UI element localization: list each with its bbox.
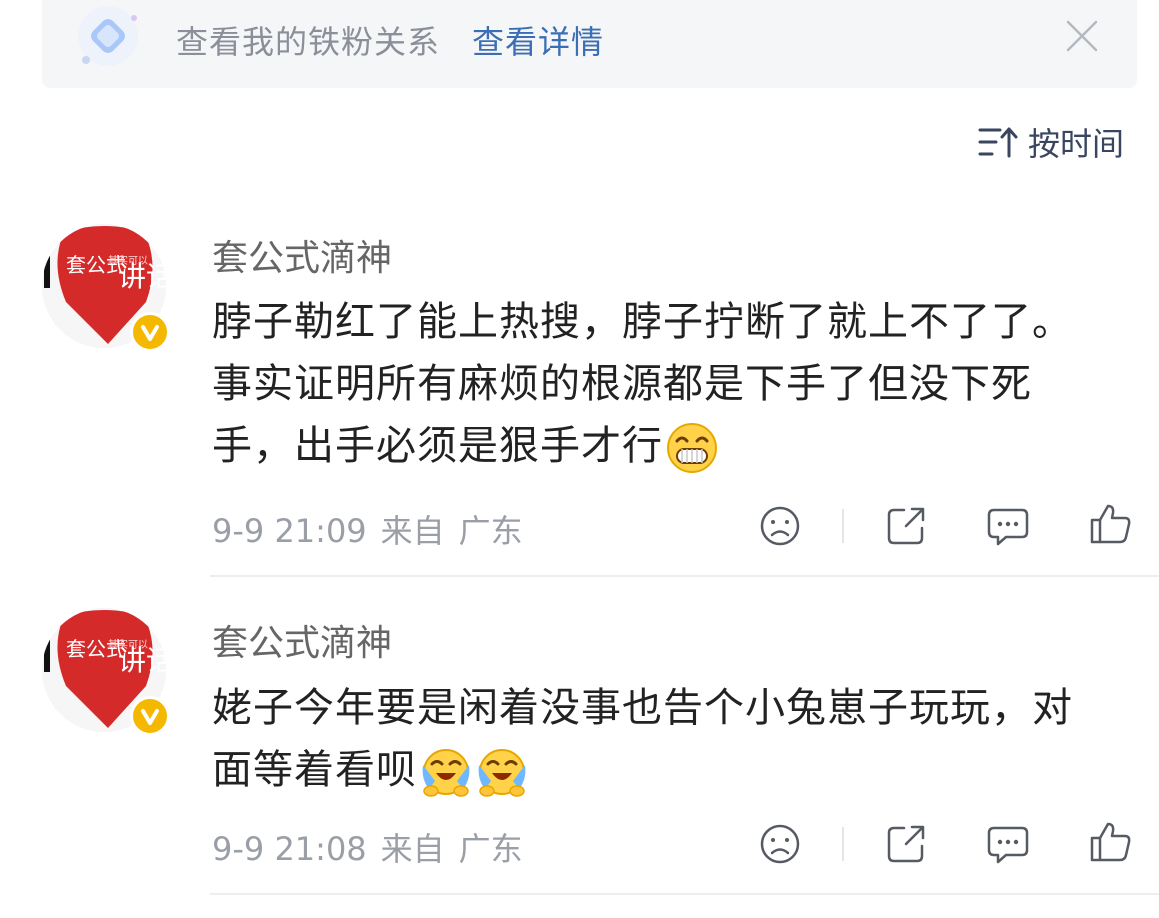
comment-icon[interactable] xyxy=(986,504,1030,548)
comment-time: 9-9 21:08 xyxy=(212,830,367,868)
comment-location: 广东 xyxy=(458,830,523,868)
avatar-text-side: 讲话 xyxy=(118,260,166,293)
comment-location: 广东 xyxy=(458,512,523,550)
like-icon[interactable] xyxy=(1088,820,1132,864)
comment-text-body: 脖子勒红了能上热搜，脖子拧断了就上不了了。事实证明所有麻烦的根源都是下手了但没下… xyxy=(212,299,1073,469)
sort-label: 按时间 xyxy=(1028,125,1125,163)
share-icon[interactable] xyxy=(884,504,928,548)
banner-text: 查看我的铁粉关系 xyxy=(176,23,441,61)
close-icon[interactable] xyxy=(1062,16,1102,56)
sort-by-time-button[interactable]: 按时间 xyxy=(978,120,1124,164)
avatar-text-side: 讲话 xyxy=(118,644,166,677)
comment-username[interactable]: 套公式滴神 xyxy=(212,614,392,666)
comment-divider xyxy=(210,575,1159,577)
comment-text-body: 姥子今年要是闲着没事也告个小兔崽子玩玩，对面等着看呗 xyxy=(212,685,1073,793)
view-details-link[interactable]: 查看详情 xyxy=(472,17,604,63)
action-separator xyxy=(842,509,844,543)
crying-laugh-emoji xyxy=(422,749,470,797)
comment-from: 来自 xyxy=(380,512,445,550)
comment-meta: 9-9 21:08 来自 广东 xyxy=(212,824,523,870)
crying-laugh-emoji xyxy=(478,749,526,797)
comment-time: 9-9 21:09 xyxy=(212,512,367,550)
share-icon[interactable] xyxy=(884,822,928,866)
like-icon[interactable] xyxy=(1088,502,1132,546)
comment-divider xyxy=(210,893,1159,895)
comment-icon[interactable] xyxy=(986,822,1030,866)
grin-emoji xyxy=(667,423,717,473)
comment-from: 来自 xyxy=(380,830,445,868)
action-separator xyxy=(842,827,844,861)
comment-text: 脖子勒红了能上热搜，脖子拧断了就上不了了。事实证明所有麻烦的根源都是下手了但没下… xyxy=(212,291,1112,477)
verified-badge-icon xyxy=(130,696,170,736)
comment-username[interactable]: 套公式滴神 xyxy=(212,229,392,281)
verified-badge-icon xyxy=(130,312,170,352)
diamond-badge-icon xyxy=(78,6,138,66)
comment-text: 姥子今年要是闲着没事也告个小兔崽子玩玩，对面等着看呗 xyxy=(212,677,1112,801)
dislike-icon[interactable] xyxy=(758,822,802,866)
comment-meta: 9-9 21:09 来自 广东 xyxy=(212,506,523,552)
dislike-icon[interactable] xyxy=(758,504,802,548)
sort-icon xyxy=(978,127,1018,158)
